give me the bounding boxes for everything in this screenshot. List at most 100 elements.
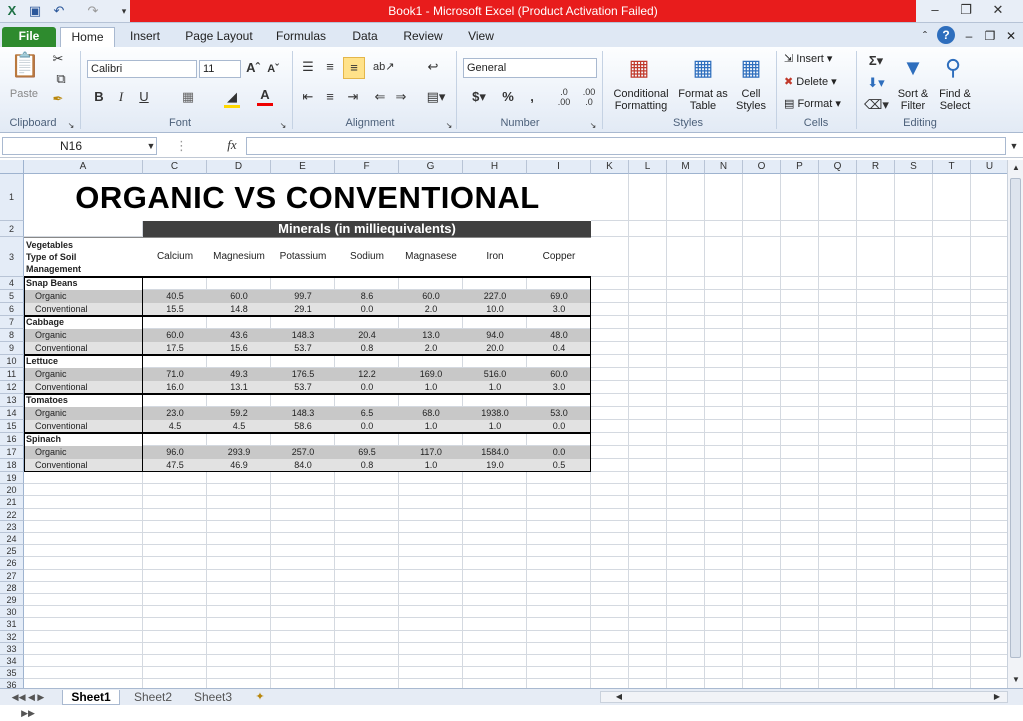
sheet-tab-1[interactable]: Sheet1 (62, 690, 120, 705)
merge-center-icon[interactable]: ▤▾ (424, 89, 448, 105)
column-header[interactable]: O (743, 160, 781, 174)
format-as-table-button[interactable]: Format as Table (676, 88, 730, 112)
formula-input[interactable] (246, 137, 1006, 155)
row-header[interactable]: 4 (0, 277, 24, 290)
mineral-value[interactable]: 4.5 (143, 420, 207, 433)
delete-cells-button[interactable]: ✖ Delete ▾ (784, 76, 848, 88)
conditional-formatting-button[interactable]: Conditional Formatting (606, 88, 676, 112)
scroll-right-icon[interactable]: ▶ (990, 689, 1004, 705)
close-icon[interactable]: ✕ (983, 1, 1013, 19)
mineral-value[interactable]: 2.0 (399, 342, 463, 355)
mineral-value[interactable]: 12.2 (335, 368, 399, 381)
column-header[interactable]: S (895, 160, 933, 174)
row-header[interactable]: 18 (0, 459, 24, 472)
mineral-value[interactable]: 29.1 (271, 303, 335, 316)
grow-font-icon[interactable]: Aˆ (245, 60, 261, 76)
row-header[interactable]: 25 (0, 545, 24, 558)
soil-type-label[interactable]: Organic (24, 329, 143, 342)
align-middle-icon[interactable]: ≡ (322, 59, 338, 75)
mineral-value[interactable]: 148.3 (271, 329, 335, 342)
align-left-icon[interactable]: ⇤ (300, 89, 316, 105)
row-header[interactable]: 27 (0, 569, 24, 582)
restore-icon[interactable]: ❐ (951, 1, 981, 19)
font-color-icon[interactable]: A (257, 87, 273, 106)
mineral-value[interactable]: 516.0 (463, 368, 527, 381)
soil-type-label[interactable]: Conventional (24, 381, 143, 394)
mineral-value[interactable]: 60.0 (207, 290, 271, 303)
mineral-name[interactable]: Magnesium (207, 237, 271, 277)
mineral-name[interactable]: Iron (463, 237, 527, 277)
mineral-value[interactable]: 20.0 (463, 342, 527, 355)
fill-color-icon[interactable]: ◢ (224, 89, 240, 108)
row-header[interactable]: 34 (0, 655, 24, 668)
column-header[interactable]: Q (819, 160, 857, 174)
redo-icon[interactable]: ↷ (84, 2, 102, 20)
mineral-value[interactable]: 0.0 (335, 420, 399, 433)
column-header[interactable]: H (463, 160, 527, 174)
mineral-value[interactable]: 15.6 (207, 342, 271, 355)
column-header[interactable]: I (527, 160, 591, 174)
cell-styles-button[interactable]: Cell Styles (729, 88, 773, 112)
mineral-value[interactable]: 94.0 (463, 329, 527, 342)
dialog-launcher-icon[interactable]: ↘ (66, 118, 76, 134)
mineral-value[interactable]: 0.8 (335, 342, 399, 355)
autosum-icon[interactable]: Σ▾ (864, 53, 888, 69)
italic-icon[interactable]: I (114, 89, 128, 105)
row-header[interactable]: 31 (0, 618, 24, 631)
clear-icon[interactable]: ⌫▾ (864, 97, 889, 113)
workbook-minimize-icon[interactable]: – (962, 27, 976, 47)
fill-icon[interactable]: ⬇▾ (864, 75, 888, 91)
mineral-value[interactable]: 68.0 (399, 407, 463, 420)
underline-icon[interactable]: U (137, 89, 151, 105)
row-header[interactable]: 11 (0, 368, 24, 381)
row-header[interactable]: 13 (0, 394, 24, 407)
row-header[interactable]: 28 (0, 581, 24, 594)
find-select-icon[interactable]: ⚲ (937, 53, 969, 83)
column-header[interactable]: C (143, 160, 207, 174)
row-header[interactable]: 10 (0, 355, 24, 368)
copy-icon[interactable]: ⧉ (50, 71, 72, 87)
vertical-scrollbar[interactable]: ▲ ▼ (1007, 160, 1023, 688)
row-header[interactable]: 3 (0, 237, 24, 277)
mineral-value[interactable]: 84.0 (271, 459, 335, 472)
scrollbar-thumb[interactable] (1010, 178, 1021, 658)
mineral-value[interactable]: 117.0 (399, 446, 463, 459)
mineral-value[interactable]: 227.0 (463, 290, 527, 303)
undo-icon[interactable]: ↶ (50, 2, 68, 20)
mineral-value[interactable]: 3.0 (527, 381, 591, 394)
row-header[interactable]: 5 (0, 290, 24, 303)
mineral-value[interactable]: 176.5 (271, 368, 335, 381)
column-header[interactable]: P (781, 160, 819, 174)
column-header[interactable]: L (629, 160, 667, 174)
insert-function-icon[interactable]: fx (222, 137, 242, 153)
mineral-value[interactable]: 257.0 (271, 446, 335, 459)
sheet-tab-3[interactable]: Sheet3 (184, 690, 242, 705)
mineral-value[interactable]: 0.0 (335, 303, 399, 316)
row-header[interactable]: 19 (0, 472, 24, 485)
minerals-header[interactable]: Minerals (in milliequivalents) (143, 221, 591, 237)
mineral-value[interactable]: 13.0 (399, 329, 463, 342)
mineral-value[interactable]: 1938.0 (463, 407, 527, 420)
mineral-value[interactable]: 20.4 (335, 329, 399, 342)
font-name-select[interactable]: Calibri (87, 60, 197, 78)
scroll-up-icon[interactable]: ▲ (1009, 160, 1023, 176)
column-header[interactable]: A (24, 160, 143, 174)
sheet-tab-2[interactable]: Sheet2 (124, 690, 182, 705)
font-size-select[interactable]: 11 (199, 60, 241, 78)
row-header[interactable]: 1 (0, 174, 24, 221)
soil-type-label[interactable]: Organic (24, 407, 143, 420)
column-header[interactable]: G (399, 160, 463, 174)
mineral-value[interactable]: 53.7 (271, 342, 335, 355)
mineral-value[interactable]: 23.0 (143, 407, 207, 420)
mineral-value[interactable]: 0.0 (335, 381, 399, 394)
mineral-value[interactable]: 0.4 (527, 342, 591, 355)
workbook-close-icon[interactable]: ✕ (1004, 27, 1018, 47)
percent-icon[interactable]: % (500, 89, 516, 105)
tab-page-layout[interactable]: Page Layout (180, 27, 258, 47)
row-header[interactable]: 20 (0, 484, 24, 497)
mineral-value[interactable]: 58.6 (271, 420, 335, 433)
format-cells-button[interactable]: ▤ Format ▾ (784, 98, 852, 110)
orientation-icon[interactable]: ab↗ (373, 59, 394, 75)
find-select-button[interactable]: Find & Select (934, 88, 976, 112)
format-painter-icon[interactable]: ✒ (50, 91, 66, 107)
